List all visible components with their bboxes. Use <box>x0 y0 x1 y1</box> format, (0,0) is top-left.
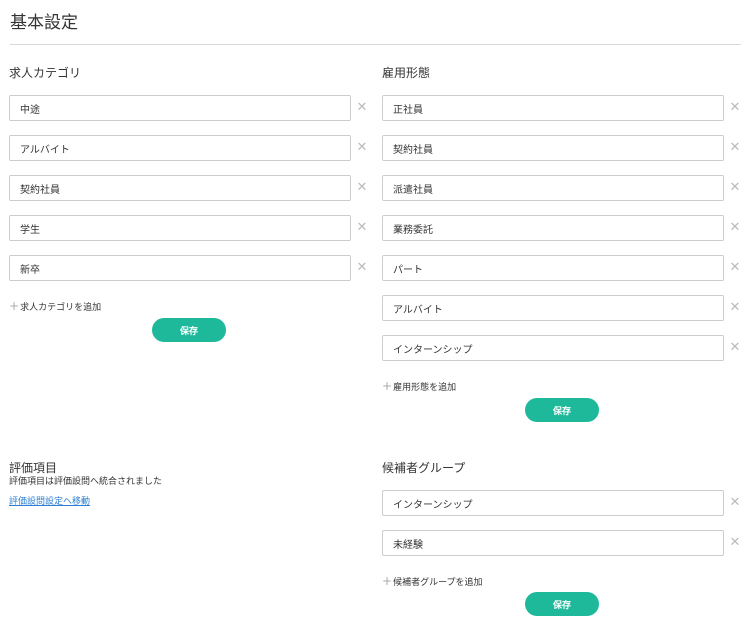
close-icon[interactable]: ✕ <box>727 301 743 315</box>
add-employment-type-link[interactable]: + 雇用形態を追加 <box>382 380 456 393</box>
job-categories-section: 求人カテゴリ ✕ ✕ ✕ ✕ ✕ + 求人カテゴリを追加 <box>9 66 369 314</box>
employment-type-input[interactable] <box>382 215 724 241</box>
add-candidate-group-link[interactable]: + 候補者グループを追加 <box>382 575 483 588</box>
list-item: ✕ <box>382 95 742 121</box>
page-title: 基本設定 <box>10 13 78 33</box>
plus-icon: + <box>9 299 20 313</box>
close-icon[interactable]: ✕ <box>354 181 370 195</box>
employment-type-input[interactable] <box>382 95 724 121</box>
job-category-input[interactable] <box>9 175 351 201</box>
list-item: ✕ <box>382 215 742 241</box>
candidate-groups-title: 候補者グループ <box>382 461 466 475</box>
close-icon[interactable]: ✕ <box>727 181 743 195</box>
job-categories-title: 求人カテゴリ <box>9 66 82 80</box>
save-employment-types-button[interactable]: 保存 <box>525 398 599 422</box>
list-item: ✕ <box>382 255 742 281</box>
close-icon[interactable]: ✕ <box>727 221 743 235</box>
list-item: ✕ <box>9 215 369 241</box>
job-category-input[interactable] <box>9 135 351 161</box>
employment-type-input[interactable] <box>382 335 724 361</box>
list-item: ✕ <box>9 95 369 121</box>
close-icon[interactable]: ✕ <box>354 141 370 155</box>
plus-icon: + <box>382 379 393 393</box>
employment-type-input[interactable] <box>382 255 724 281</box>
close-icon[interactable]: ✕ <box>727 141 743 155</box>
list-item: ✕ <box>9 175 369 201</box>
employment-type-input[interactable] <box>382 175 724 201</box>
header-divider <box>10 44 741 45</box>
employment-type-input[interactable] <box>382 135 724 161</box>
list-item: ✕ <box>9 255 369 281</box>
evaluation-settings-link[interactable]: 評価設問設定へ移動 <box>9 496 90 509</box>
close-icon[interactable]: ✕ <box>727 341 743 355</box>
close-icon[interactable]: ✕ <box>354 101 370 115</box>
list-item: ✕ <box>9 135 369 161</box>
list-item: ✕ <box>382 490 742 516</box>
add-job-category-link[interactable]: + 求人カテゴリを追加 <box>9 300 101 313</box>
evaluation-section: 評価項目 評価項目は評価設問へ統合されました 評価設問設定へ移動 <box>9 461 369 509</box>
add-employment-type-label: 雇用形態を追加 <box>393 382 457 393</box>
close-icon[interactable]: ✕ <box>727 496 743 510</box>
list-item: ✕ <box>382 135 742 161</box>
job-category-input[interactable] <box>9 255 351 281</box>
close-icon[interactable]: ✕ <box>727 536 743 550</box>
candidate-group-input[interactable] <box>382 490 724 516</box>
employment-types-title: 雇用形態 <box>382 66 431 80</box>
employment-type-input[interactable] <box>382 295 724 321</box>
close-icon[interactable]: ✕ <box>354 261 370 275</box>
employment-types-section: 雇用形態 ✕ ✕ ✕ ✕ ✕ ✕ ✕ + 雇用形態を追加 <box>382 66 742 394</box>
evaluation-note: 評価項目は評価設問へ統合されました <box>9 477 163 487</box>
candidate-groups-section: 候補者グループ ✕ ✕ + 候補者グループを追加 <box>382 461 742 589</box>
evaluation-title: 評価項目 <box>9 461 58 475</box>
job-category-input[interactable] <box>9 215 351 241</box>
add-candidate-group-label: 候補者グループを追加 <box>393 577 483 588</box>
plus-icon: + <box>382 574 393 588</box>
close-icon[interactable]: ✕ <box>727 261 743 275</box>
close-icon[interactable]: ✕ <box>727 101 743 115</box>
list-item: ✕ <box>382 530 742 556</box>
list-item: ✕ <box>382 175 742 201</box>
candidate-group-input[interactable] <box>382 530 724 556</box>
close-icon[interactable]: ✕ <box>354 221 370 235</box>
list-item: ✕ <box>382 335 742 361</box>
add-job-category-label: 求人カテゴリを追加 <box>20 302 102 313</box>
list-item: ✕ <box>382 295 742 321</box>
save-candidate-groups-button[interactable]: 保存 <box>525 592 599 616</box>
job-category-input[interactable] <box>9 95 351 121</box>
save-job-categories-button[interactable]: 保存 <box>152 318 226 342</box>
